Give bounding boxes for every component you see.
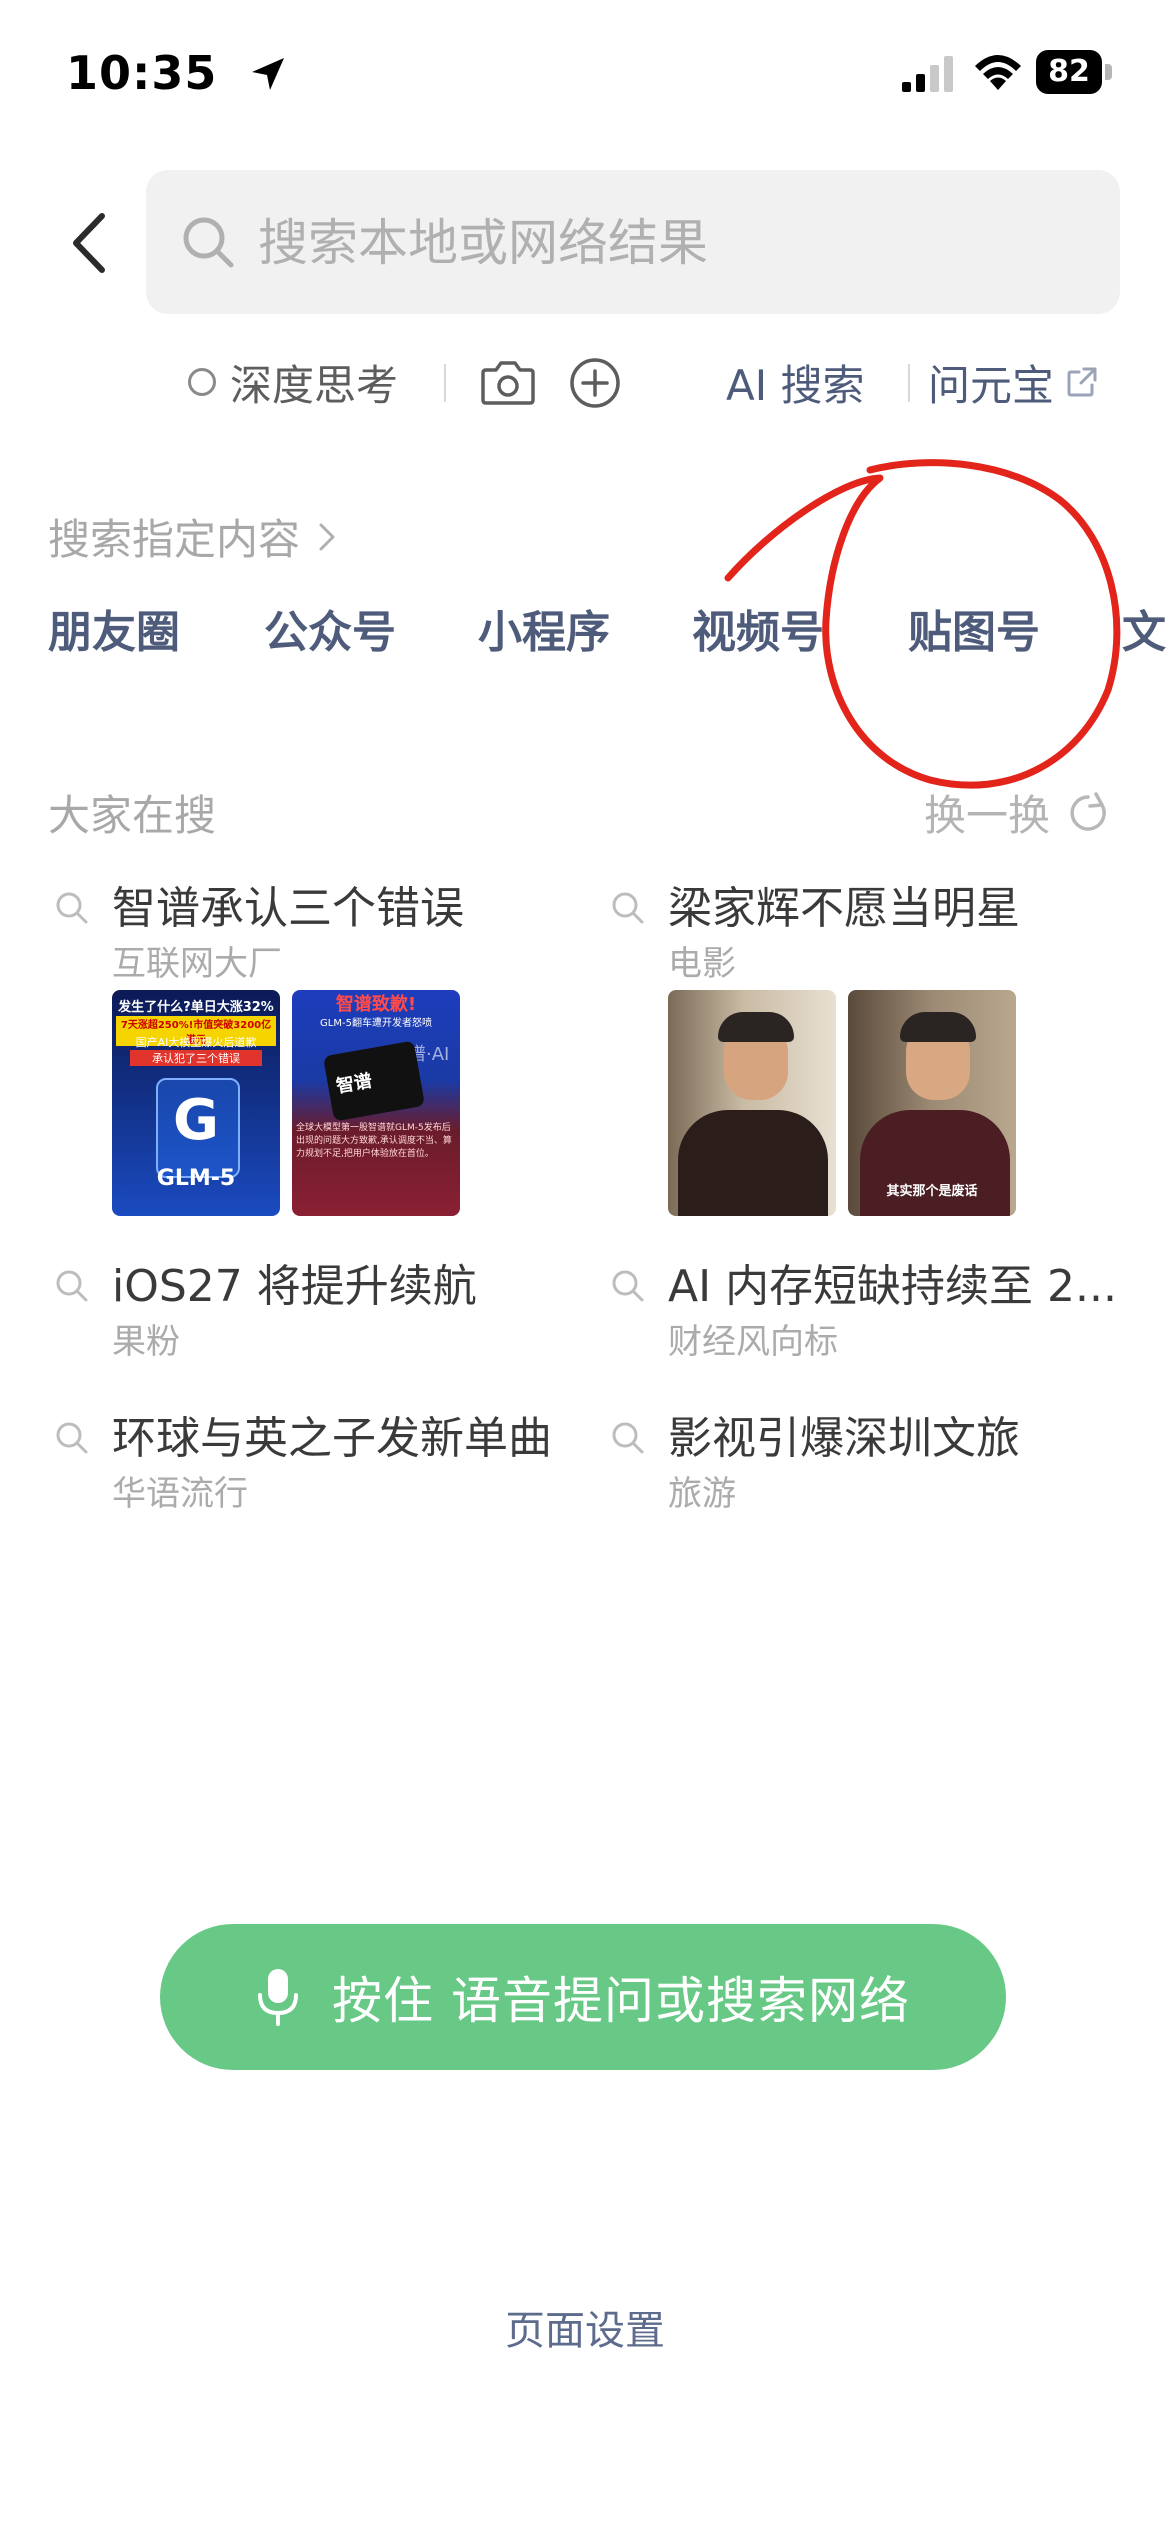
- wen-yuanbao-link[interactable]: 问元宝: [928, 352, 1100, 412]
- trending-item[interactable]: 智谱承认三个错误 互联网大厂 发生了什么?单日大涨32% 7天涨超250%!市值…: [54, 872, 574, 1232]
- microphone-icon: [258, 1969, 299, 2026]
- cellular-signal-icon: [902, 56, 953, 92]
- trending-item-title: iOS27 将提升续航: [112, 1261, 477, 1312]
- category-row: 朋友圈 公众号 小程序 视频号 贴图号 文: [48, 596, 1170, 666]
- glm-thumbnail-a[interactable]: 发生了什么?单日大涨32% 7天涨超250%!市值突破3200亿港元 国产AI大…: [112, 990, 280, 1216]
- divider: [908, 364, 910, 402]
- trending-item-title: 智谱承认三个错误: [112, 883, 464, 934]
- trending-item-source: 财经风向标: [668, 1322, 838, 1362]
- trending-item[interactable]: 影视引爆深圳文旅 旅游: [610, 1402, 1130, 1514]
- add-circle-icon[interactable]: [568, 356, 622, 410]
- search-input[interactable]: [256, 170, 1100, 316]
- search-tools-row: 深度思考 AI 搜索 问元宝: [188, 352, 1128, 412]
- category-channels[interactable]: 视频号: [692, 596, 824, 660]
- category-moments[interactable]: 朋友圈: [48, 596, 180, 660]
- search-small-icon: [56, 1422, 88, 1454]
- thumb-body-text: 全球大模型第一股智谱就GLM-5发布后出现的问题大方致歉,承认调度不当、算力规划…: [296, 1123, 452, 1159]
- ai-search-label: AI 搜索: [726, 360, 865, 410]
- refresh-icon: [1070, 791, 1106, 831]
- glm-logo: G: [173, 1088, 219, 1153]
- location-arrow-icon: [252, 58, 284, 90]
- category-official-accounts[interactable]: 公众号: [264, 596, 396, 660]
- thumb-headline: 智谱致歉!: [335, 994, 417, 1015]
- ai-search-button[interactable]: AI 搜索: [726, 352, 864, 412]
- trending-item-title: 环球与英之子发新单曲: [112, 1413, 552, 1464]
- radio-circle-icon: [188, 368, 216, 396]
- trending-item-title: 梁家辉不愿当明星: [668, 883, 1020, 934]
- trending-item-thumbnails: 发生了什么?单日大涨32% 7天涨超250%!市值突破3200亿港元 国产AI大…: [112, 990, 460, 1216]
- glm-name: GLM-5: [156, 1166, 236, 1191]
- video-caption: 其实那个是废话: [886, 1184, 978, 1199]
- designated-content-title: 搜索指定内容: [48, 515, 301, 564]
- search-small-icon: [612, 1422, 644, 1454]
- back-chevron-icon[interactable]: [60, 208, 120, 278]
- category-articles[interactable]: 文: [1122, 596, 1166, 660]
- trending-item[interactable]: 梁家辉不愿当明星 电影 其实那个是废话: [610, 872, 1130, 1232]
- jacket-graphic: [678, 1110, 828, 1216]
- actor-thumbnail-b[interactable]: 其实那个是废话: [848, 990, 1016, 1216]
- deep-think-toggle[interactable]: 深度思考: [188, 352, 398, 412]
- trending-item-thumbnails: 其实那个是废话: [668, 990, 1016, 1216]
- deep-think-label: 深度思考: [230, 360, 399, 410]
- trending-item-source: 旅游: [668, 1474, 736, 1514]
- trending-item[interactable]: AI 内存短缺持续至 2... 财经风向标: [610, 1250, 1130, 1362]
- battery-icon: 82: [1036, 50, 1114, 94]
- category-mini-programs[interactable]: 小程序: [478, 596, 610, 660]
- voice-search-button[interactable]: 按住 语音提问或搜索网络: [160, 1924, 1006, 2070]
- camera-icon[interactable]: [480, 358, 536, 406]
- search-small-icon: [612, 892, 644, 924]
- external-link-icon: [1067, 367, 1097, 397]
- glm-thumbnail-b[interactable]: 智谱致歉! GLM-5翻车遭开发者怒喷 智谱·AI 智谱 全球大模型第一股智谱就…: [292, 990, 460, 1216]
- category-sticker-accounts[interactable]: 贴图号: [908, 596, 1040, 660]
- trending-item-source: 电影: [668, 944, 736, 984]
- search-icon: [183, 217, 234, 268]
- page-settings-link[interactable]: 页面设置: [0, 2298, 1170, 2356]
- trending-item[interactable]: 环球与英之子发新单曲 华语流行: [54, 1402, 574, 1514]
- search-small-icon: [56, 1270, 88, 1302]
- refresh-label: 换一换: [923, 791, 1050, 840]
- trending-item-title: AI 内存短缺持续至 2...: [668, 1261, 1118, 1312]
- wifi-icon: [975, 55, 1021, 90]
- thumb-line: 承认犯了三个错误: [130, 1050, 262, 1066]
- chevron-right-icon: [319, 523, 335, 550]
- sweater-graphic: [860, 1110, 1010, 1216]
- hair-graphic: [900, 1012, 976, 1042]
- trending-item-source: 互联网大厂: [112, 944, 282, 984]
- hair-graphic: [718, 1012, 794, 1042]
- trending-item-title: 影视引爆深圳文旅: [668, 1413, 1020, 1464]
- actor-thumbnail-a[interactable]: [668, 990, 836, 1216]
- thumb-headline: 发生了什么?单日大涨32%: [118, 1000, 274, 1015]
- trending-item[interactable]: iOS27 将提升续航 果粉: [54, 1250, 574, 1362]
- thumb-subline: GLM-5翻车遭开发者怒喷: [320, 1018, 432, 1029]
- trending-item-source: 果粉: [112, 1322, 180, 1362]
- search-bar[interactable]: [146, 170, 1120, 316]
- battery-level: 82: [1048, 54, 1090, 89]
- zhipu-brand: 智谱: [334, 1070, 374, 1098]
- trending-item-source: 华语流行: [112, 1474, 248, 1514]
- search-small-icon: [612, 1270, 644, 1302]
- status-time: 10:35: [66, 46, 218, 100]
- phone-graphic: 智谱: [322, 1040, 426, 1122]
- designated-content-header[interactable]: 搜索指定内容: [48, 506, 340, 567]
- search-small-icon: [56, 892, 88, 924]
- divider: [444, 364, 446, 402]
- wen-yuanbao-label: 问元宝: [928, 360, 1055, 410]
- refresh-button[interactable]: 换一换: [924, 782, 1110, 843]
- voice-search-label: 按住 语音提问或搜索网络: [332, 1972, 910, 2030]
- trending-title: 大家在搜: [48, 791, 217, 840]
- thumb-line: 国产AI大模型爆火后道歉: [135, 1036, 257, 1049]
